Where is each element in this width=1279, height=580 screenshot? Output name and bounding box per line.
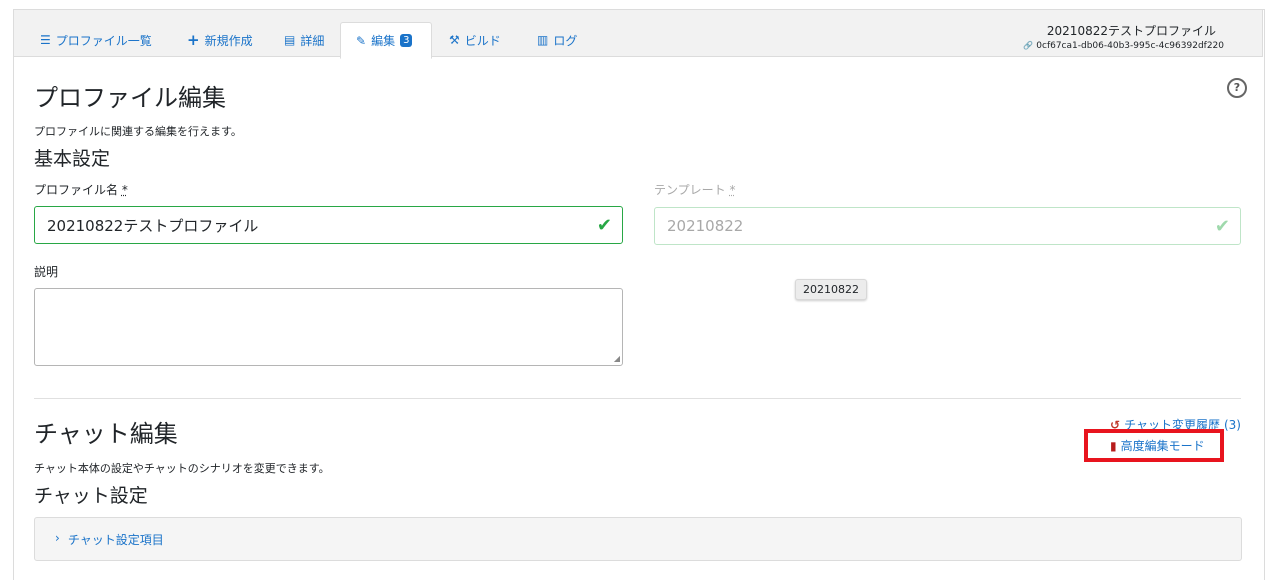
- chat-settings-accordion[interactable]: › チャット設定項目: [34, 517, 1242, 561]
- profile-name-label: プロファイル名 *: [34, 181, 128, 198]
- profile-id: 🔗 0cf67ca1-db06-40b3-995c-4c96392df220: [1023, 41, 1224, 51]
- edit-icon: ✎: [356, 33, 367, 48]
- check-icon: ✔: [596, 215, 612, 236]
- description-label: 説明: [34, 265, 59, 279]
- template-tooltip: 20210822: [795, 279, 867, 300]
- tab-new[interactable]: + 新規作成: [187, 22, 253, 58]
- required-mark: *: [729, 183, 736, 197]
- tab-log[interactable]: ▥ ログ: [537, 22, 577, 58]
- chat-settings-heading: チャット設定: [34, 485, 148, 507]
- file-icon: ▤: [284, 33, 296, 47]
- tab-profile-list[interactable]: ☰ プロファイル一覧: [40, 22, 152, 58]
- tab-label: プロファイル一覧: [55, 33, 152, 48]
- list-icon: ☰: [40, 33, 51, 47]
- page-description: プロファイルに関連する編集を行えます。: [34, 125, 242, 138]
- profile-name-input[interactable]: 20210822テストプロファイル ✔: [34, 206, 623, 244]
- accordion-header[interactable]: › チャット設定項目: [55, 531, 164, 548]
- accordion-label: チャット設定項目: [67, 533, 164, 547]
- tab-build[interactable]: ⚒ ビルド: [449, 22, 501, 58]
- chat-description: チャット本体の設定やチャットのシナリオを変更できます。: [34, 462, 330, 475]
- tab-detail[interactable]: ▤ 詳細: [284, 22, 324, 58]
- template-label-text: テンプレート: [654, 183, 726, 197]
- tab-label: 編集: [371, 34, 396, 48]
- template-label: テンプレート *: [654, 181, 735, 198]
- plus-icon: +: [187, 31, 200, 49]
- tab-edit[interactable]: ✎ 編集 3: [340, 22, 432, 59]
- template-value: 20210822: [667, 217, 744, 235]
- page-title: プロファイル編集: [34, 84, 226, 112]
- profile-name-label-text: プロファイル名: [34, 183, 119, 197]
- required-mark: *: [121, 183, 128, 197]
- chat-history-count: (3): [1223, 417, 1241, 432]
- profile-name-header: 20210822テストプロファイル: [1046, 24, 1216, 38]
- profile-id-text: 0cf67ca1-db06-40b3-995c-4c96392df220: [1036, 41, 1224, 51]
- edit-count-badge: 3: [400, 34, 413, 47]
- tab-label: 新規作成: [204, 33, 253, 48]
- highlight-box: [1084, 429, 1224, 462]
- tab-label: 詳細: [300, 33, 325, 48]
- link-icon: 🔗: [1023, 41, 1034, 50]
- profile-name-value: 20210822テストプロファイル: [47, 216, 259, 235]
- help-icon[interactable]: ?: [1227, 78, 1247, 98]
- tab-label: ログ: [553, 33, 578, 48]
- chart-icon: ▥: [537, 33, 549, 47]
- template-input: 20210822 ✔: [654, 207, 1241, 245]
- basic-settings-heading: 基本設定: [34, 148, 111, 170]
- section-divider: [34, 398, 1241, 399]
- check-icon: ✔: [1214, 216, 1230, 237]
- description-textarea[interactable]: ◢: [34, 288, 623, 366]
- chat-edit-heading: チャット編集: [34, 420, 178, 448]
- resize-grip-icon[interactable]: ◢: [614, 354, 620, 363]
- hammer-icon: ⚒: [449, 33, 460, 47]
- tab-label: ビルド: [464, 33, 501, 48]
- chevron-right-icon: ›: [55, 531, 60, 545]
